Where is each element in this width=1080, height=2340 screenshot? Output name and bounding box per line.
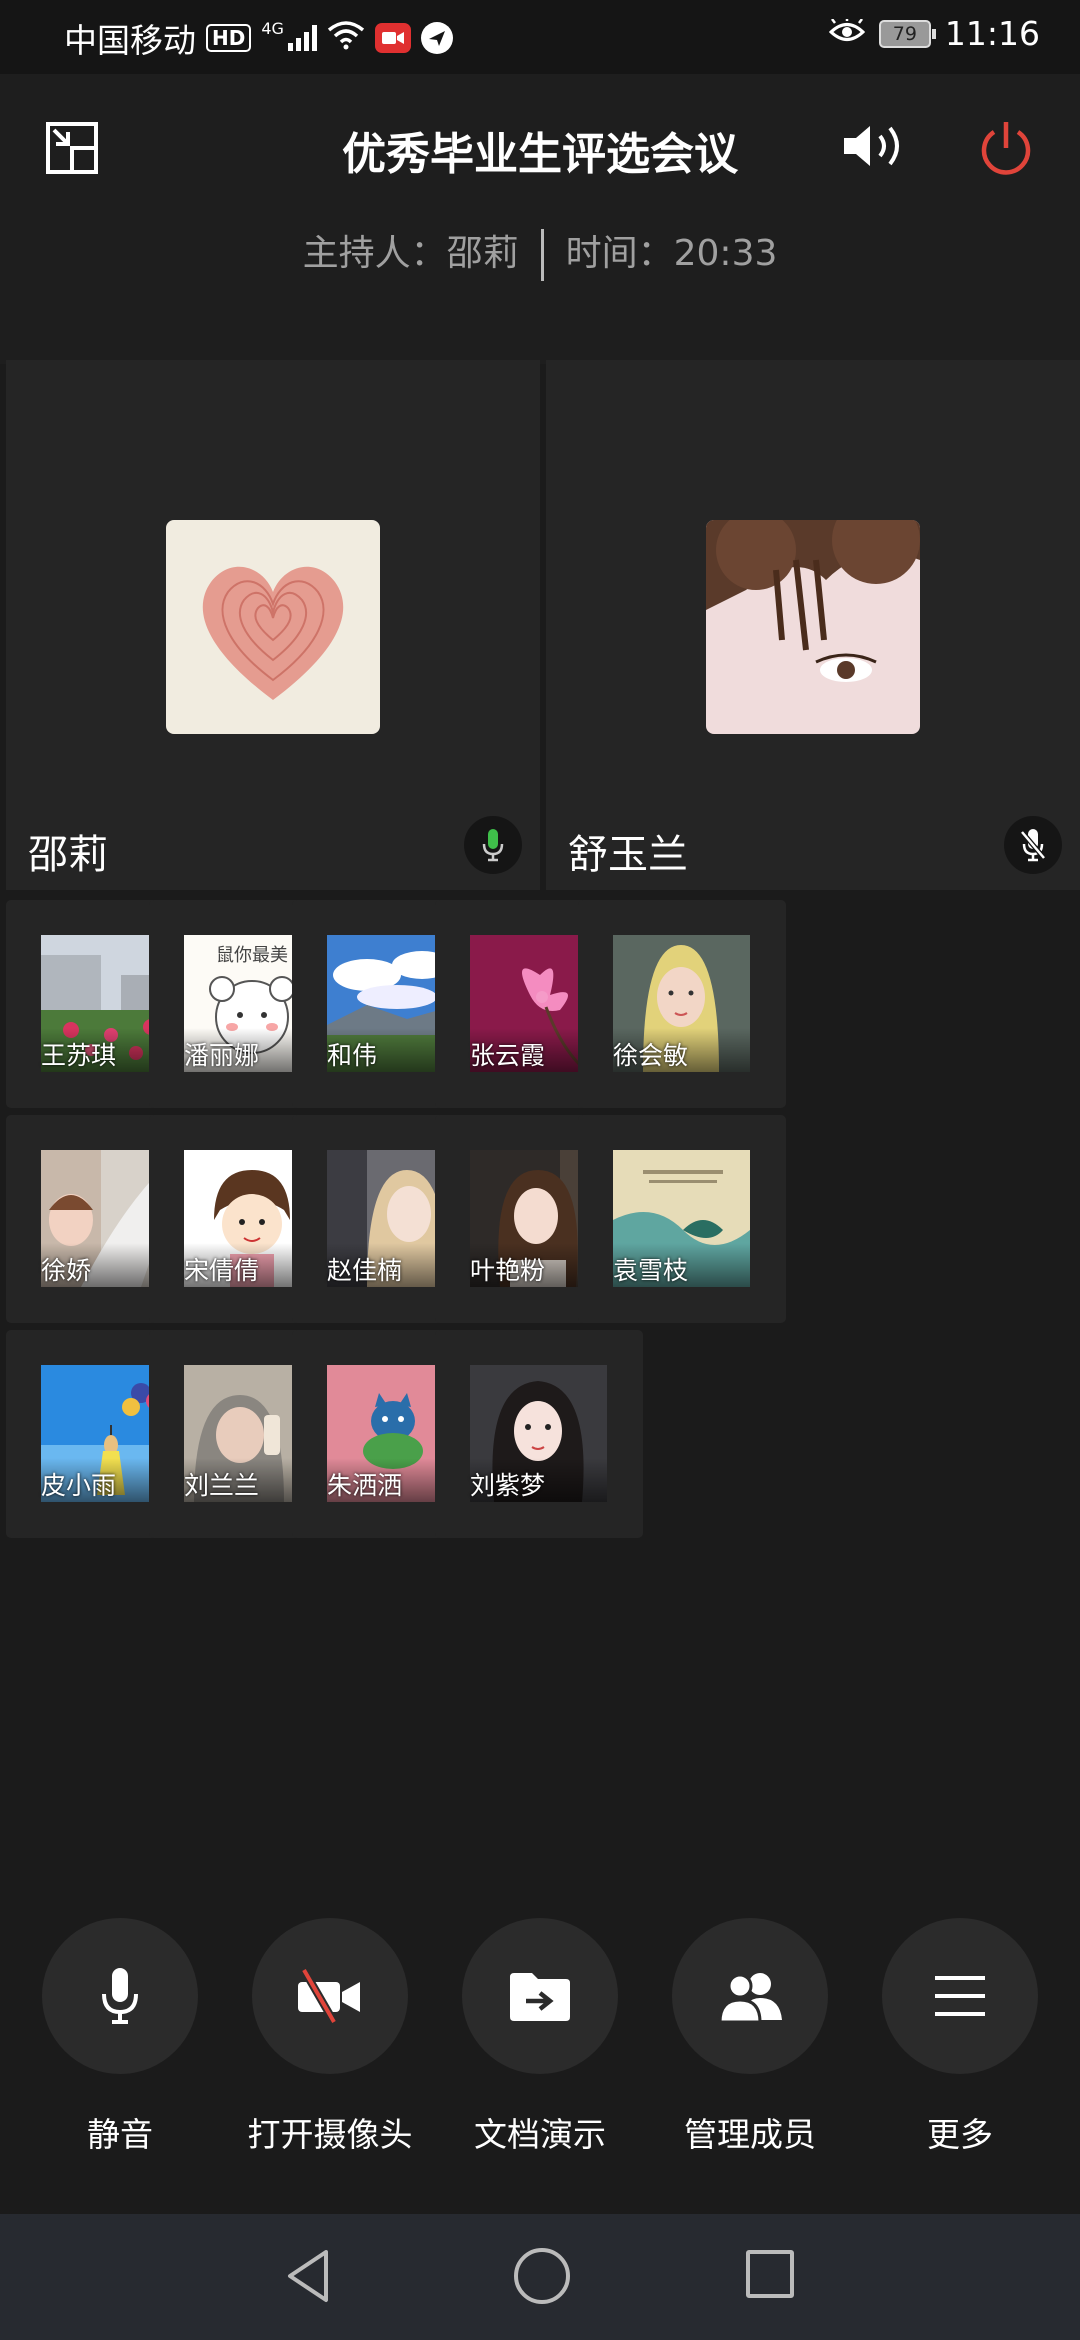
participant-name: 和伟 xyxy=(327,1041,378,1070)
members-icon xyxy=(718,1973,782,2024)
camera-button[interactable]: 打开摄像头 xyxy=(230,1918,430,2156)
meeting-time: 时间：20:33 xyxy=(565,233,778,274)
back-icon[interactable] xyxy=(284,2248,332,2308)
power-icon[interactable] xyxy=(976,118,1036,182)
participant-name: 徐会敏 xyxy=(613,1041,689,1070)
main-participant-tile[interactable]: 邵莉 xyxy=(6,360,540,890)
participant-tile[interactable]: 刘紫梦 xyxy=(435,1330,643,1538)
speaker-icon[interactable] xyxy=(840,120,912,176)
host-label: 主持人：邵莉 xyxy=(302,233,519,274)
info-divider xyxy=(540,229,544,281)
participant-tile[interactable]: 徐会敏 xyxy=(578,900,786,1108)
manage-members-button[interactable]: 管理成员 xyxy=(650,1918,850,2156)
menu-icon xyxy=(935,1976,985,2016)
main-participant-tile[interactable]: 舒玉兰 xyxy=(546,360,1080,890)
participant-name: 徐娇 xyxy=(41,1256,92,1285)
participant-name: 朱洒洒 xyxy=(327,1471,403,1500)
home-icon[interactable] xyxy=(514,2248,570,2304)
mic-muted-icon[interactable] xyxy=(1004,816,1062,874)
avatar xyxy=(706,520,920,734)
screen-record-icon xyxy=(374,23,411,53)
participant-name: 潘丽娜 xyxy=(184,1041,260,1070)
participant-name: 王苏琪 xyxy=(41,1041,117,1070)
battery-icon: 79 xyxy=(878,19,936,48)
system-nav-bar xyxy=(0,2214,1080,2340)
app-notification-icon xyxy=(420,22,453,54)
signal-icon xyxy=(287,25,317,51)
participant-name: 赵佳楠 xyxy=(327,1256,403,1285)
camera-off-icon xyxy=(298,1968,360,2024)
microphone-icon xyxy=(102,1968,138,2024)
mic-icon[interactable] xyxy=(464,816,522,874)
meeting-title: 优秀毕业生评选会议 xyxy=(342,129,738,180)
participant-tile[interactable]: 袁雪枝 xyxy=(578,1115,786,1323)
avatar xyxy=(166,520,380,734)
participant-name: 袁雪枝 xyxy=(613,1256,689,1285)
meeting-info: 主持人：邵莉 时间：20:33 xyxy=(0,224,1080,281)
participant-name: 叶艳粉 xyxy=(470,1256,546,1285)
document-label: 文档演示 xyxy=(474,2115,606,2154)
status-bar: 中国移动 HD 4G 79 11:16 xyxy=(0,0,1080,74)
participant-name: 邵莉 xyxy=(28,832,108,878)
svg-text:鼠你最美: 鼠你最美 xyxy=(216,945,288,966)
folder-share-icon xyxy=(510,1973,570,2021)
mute-label: 静音 xyxy=(87,2115,153,2154)
more-button[interactable]: 更多 xyxy=(860,1918,1060,2156)
wifi-icon xyxy=(327,19,365,58)
clock: 11:16 xyxy=(944,14,1040,53)
camera-label: 打开摄像头 xyxy=(247,2115,413,2154)
participant-name: 宋倩倩 xyxy=(184,1256,260,1285)
eye-comfort-icon xyxy=(828,14,866,53)
more-label: 更多 xyxy=(927,2115,993,2154)
participant-name: 皮小雨 xyxy=(41,1471,117,1500)
recents-icon[interactable] xyxy=(746,2250,794,2298)
participant-name: 舒玉兰 xyxy=(568,832,688,878)
mute-button[interactable]: 静音 xyxy=(20,1918,220,2156)
hd-badge: HD xyxy=(206,24,252,52)
carrier: 中国移动 xyxy=(64,21,196,60)
document-share-button[interactable]: 文档演示 xyxy=(440,1918,640,2156)
network-type: 4G xyxy=(261,18,284,38)
participant-name: 张云霞 xyxy=(470,1041,546,1070)
participant-name: 刘紫梦 xyxy=(470,1471,546,1500)
meeting-header: 优秀毕业生评选会议 主持人：邵莉 时间：20:33 xyxy=(0,74,1080,364)
members-label: 管理成员 xyxy=(684,2115,816,2154)
participant-name: 刘兰兰 xyxy=(184,1471,260,1500)
